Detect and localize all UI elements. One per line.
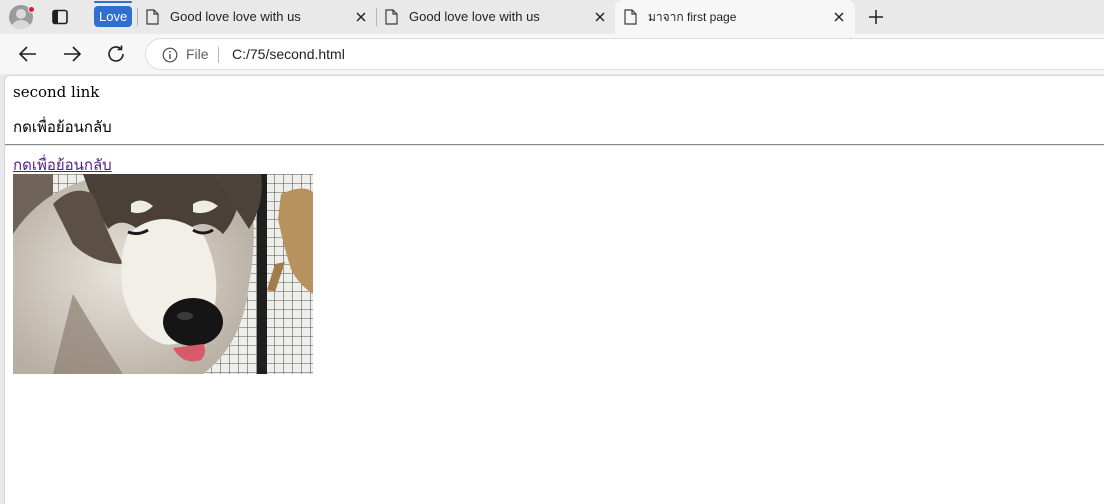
forward-arrow-icon[interactable] — [61, 43, 83, 65]
back-arrow-icon[interactable] — [17, 43, 39, 65]
new-tab-icon[interactable] — [866, 7, 886, 27]
info-icon[interactable] — [162, 47, 178, 63]
url-text[interactable]: C:/75/second.html — [232, 46, 345, 63]
tab-title: Good love love with us — [409, 9, 540, 24]
profile-notification-badge — [28, 6, 35, 13]
tab-title: Good love love with us — [170, 9, 301, 24]
scheme-label: File — [186, 46, 209, 62]
address-bar[interactable]: File C:/75/second.html — [145, 38, 1104, 70]
tab-actions-icon[interactable] — [50, 7, 70, 27]
reload-icon[interactable] — [105, 43, 127, 65]
tab-group-indicator — [94, 1, 132, 3]
page-icon — [624, 9, 637, 25]
page-icon — [146, 9, 159, 25]
page-icon — [385, 9, 398, 25]
address-divider — [218, 47, 219, 63]
tab-separator — [137, 8, 138, 26]
page-thai-text: กดเพื่อย้อนกลับ — [13, 118, 112, 136]
tab-strip: Love Good love love with us Good love lo… — [0, 0, 1104, 34]
tab-good-love-2[interactable]: Good love love with us — [377, 0, 615, 34]
back-link[interactable]: กดเพื่อย้อนกลับ — [13, 156, 112, 174]
tab-title: มาจาก first page — [648, 10, 737, 24]
close-icon[interactable] — [832, 10, 846, 24]
tab-group-label[interactable]: Love — [94, 6, 133, 27]
tab-good-love-1[interactable]: Good love love with us — [138, 0, 376, 34]
page-text: second link — [13, 83, 100, 101]
page-viewport: second link กดเพื่อย้อนกลับ กดเพื่อย้อนก… — [4, 75, 1104, 504]
browser-toolbar: File C:/75/second.html — [0, 34, 1104, 74]
tab-first-page[interactable]: มาจาก first page — [615, 0, 855, 34]
husky-puppy-image — [13, 174, 313, 374]
horizontal-rule — [5, 144, 1104, 146]
close-icon[interactable] — [354, 10, 368, 24]
close-icon[interactable] — [593, 10, 607, 24]
